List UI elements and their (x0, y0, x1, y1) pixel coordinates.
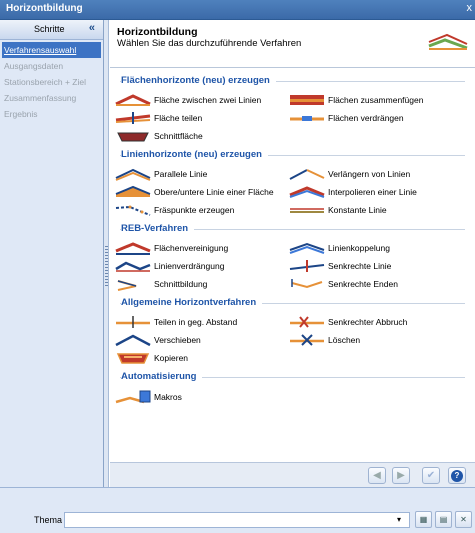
delete-icon (290, 334, 324, 346)
procedure-list: Flächenhorizonte (neu) erzeugen Fläche z… (110, 69, 475, 462)
item-flaeche-teilen[interactable]: Fläche teilen (114, 110, 202, 126)
item-loeschen[interactable]: Löschen (288, 332, 360, 348)
window-titlebar: Horizontbildung x (0, 0, 475, 20)
milling-points-icon (115, 205, 151, 216)
step-ausgangsdaten[interactable]: Ausgangsdaten (0, 58, 103, 74)
item-teilen-abstand[interactable]: Teilen in geg. Abstand (114, 314, 237, 330)
item-linienverdraengung[interactable]: Linienverdrängung (114, 258, 224, 274)
move-icon (115, 334, 151, 347)
constant-line-icon (290, 208, 324, 213)
extend-line-icon (289, 169, 325, 180)
thema-bar: Thema ▾ ▦ ▤ ✕ (0, 487, 475, 533)
steps-header: Schritte « (0, 20, 103, 40)
item-konstante-linie[interactable]: Konstante Linie (288, 202, 387, 218)
close-icon[interactable]: x (467, 2, 473, 14)
item-schnittflaeche[interactable]: Schnittfläche (114, 128, 203, 144)
item-makros[interactable]: Makros (114, 389, 182, 405)
chevron-down-icon[interactable]: ▾ (397, 515, 401, 524)
item-interpolieren-linie[interactable]: Interpolieren einer Linie (288, 184, 417, 200)
collapse-icon[interactable]: « (89, 22, 95, 34)
next-icon: ▶ (397, 470, 405, 481)
finish-button[interactable]: ✔ (422, 467, 440, 484)
section-linien-title: Linienhorizonte (neu) erzeugen (121, 149, 268, 160)
step-stationsbereich[interactable]: Stationsbereich + Ziel (0, 74, 103, 90)
help-button[interactable]: ? (448, 467, 466, 484)
item-flaechen-verdraengen[interactable]: Flächen verdrängen (288, 110, 404, 126)
section-reb-title: REB-Verfahren (121, 223, 195, 234)
item-verschieben[interactable]: Verschieben (114, 332, 201, 348)
item-linienkoppelung[interactable]: Linienkoppelung (288, 240, 390, 256)
page-subtitle: Wählen Sie das durchzuführende Verfahren (117, 38, 302, 49)
intersection-area-icon (117, 132, 149, 142)
help-icon: ? (451, 469, 463, 482)
perpendicular-break-icon (290, 316, 324, 328)
section-auto-title: Automatisierung (121, 371, 203, 382)
macros-icon (115, 390, 151, 404)
item-flaechen-zusammenfuegen[interactable]: Flächen zusammenfügen (288, 92, 423, 108)
perpendicular-ends-icon (291, 279, 323, 289)
remove-icon: ✕ (460, 515, 467, 524)
page-title: Horizontbildung (117, 26, 198, 38)
perpendicular-line-icon (289, 260, 325, 272)
item-obere-untere-linie[interactable]: Obere/untere Linie einer Fläche (114, 184, 274, 200)
upper-lower-line-icon (115, 185, 151, 197)
panel-splitter[interactable] (104, 20, 109, 487)
line-coupling-icon (289, 242, 325, 254)
displace-areas-icon (290, 116, 324, 121)
divide-distance-icon (116, 316, 150, 328)
item-senkrechte-enden[interactable]: Senkrechte Enden (288, 276, 398, 292)
merge-areas-icon (290, 95, 324, 105)
area-between-lines-icon (115, 94, 151, 106)
item-fraespunkte[interactable]: Fräspunkte erzeugen (114, 202, 234, 218)
save-icon: ▦ (419, 515, 428, 524)
item-flaeche-zwischen-linien[interactable]: Fläche zwischen zwei Linien (114, 92, 261, 108)
horizon-logo-icon (428, 33, 468, 50)
splitter-grip[interactable] (105, 246, 108, 286)
intersection-icon (117, 280, 137, 291)
load-thema-button[interactable]: ▤ (435, 511, 452, 528)
item-schnittbildung[interactable]: Schnittbildung (114, 276, 207, 292)
next-button[interactable]: ▶ (392, 467, 410, 484)
step-verfahrensauswahl[interactable]: Verfahrensauswahl (2, 42, 101, 58)
save-thema-button[interactable]: ▦ (415, 511, 432, 528)
area-union-icon (115, 242, 151, 255)
split-area-icon (115, 112, 151, 124)
item-flaechenvereinigung[interactable]: Flächenvereinigung (114, 240, 228, 256)
step-zusammenfassung[interactable]: Zusammenfassung (0, 90, 103, 106)
steps-sidebar: Schritte « Verfahrensauswahl Ausgangsdat… (0, 20, 104, 487)
window-title: Horizontbildung (6, 3, 83, 14)
interpolate-line-icon (289, 186, 325, 198)
back-icon: ◀ (373, 470, 381, 481)
item-senkrechter-abbruch[interactable]: Senkrechter Abbruch (288, 314, 407, 330)
item-verlaengern-linien[interactable]: Verlängern von Linien (288, 166, 410, 182)
thema-label: Thema (34, 515, 63, 525)
open-icon: ▤ (439, 515, 448, 524)
step-ergebnis[interactable]: Ergebnis (0, 106, 103, 122)
section-flaechen-title: Flächenhorizonte (neu) erzeugen (121, 75, 276, 86)
item-senkrechte-linie[interactable]: Senkrechte Linie (288, 258, 391, 274)
thema-select[interactable] (64, 512, 410, 528)
item-parallele-linie[interactable]: Parallele Linie (114, 166, 207, 182)
line-displacement-icon (115, 261, 151, 272)
panel-header: Horizontbildung Wählen Sie das durchzufü… (110, 20, 475, 68)
back-button[interactable]: ◀ (368, 467, 386, 484)
wizard-button-bar: ◀ ▶ ✔ ? (110, 462, 475, 487)
section-allgemein-title: Allgemeine Horizontverfahren (121, 297, 263, 308)
checkmark-icon: ✔ (426, 470, 436, 481)
copy-icon (116, 353, 150, 364)
main-panel: Horizontbildung Wählen Sie das durchzufü… (110, 20, 475, 487)
delete-thema-button[interactable]: ✕ (455, 511, 472, 528)
item-kopieren[interactable]: Kopieren (114, 350, 188, 366)
parallel-line-icon (115, 168, 151, 181)
steps-header-label: Schritte (34, 24, 65, 34)
